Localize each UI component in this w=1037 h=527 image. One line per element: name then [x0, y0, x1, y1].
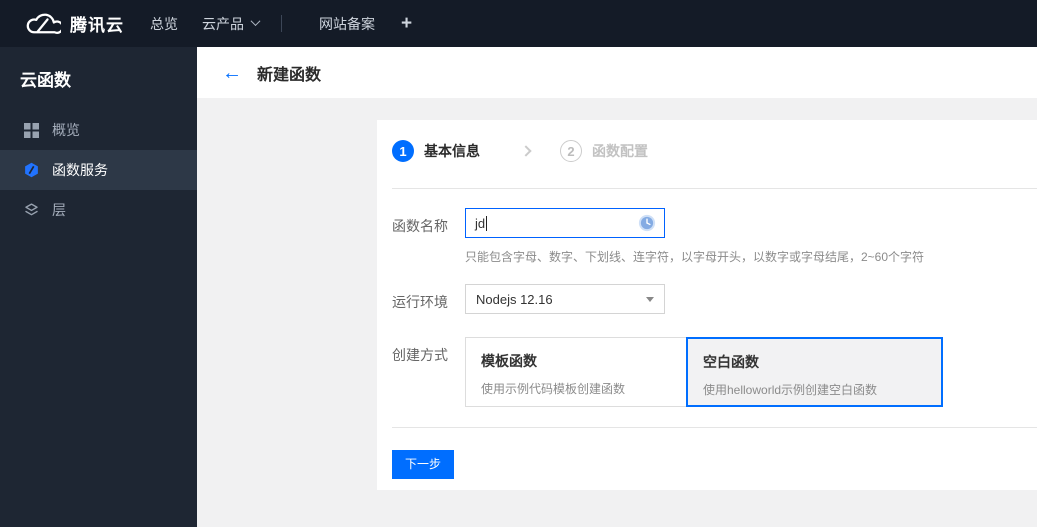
divider	[392, 427, 1037, 428]
text-cursor	[486, 215, 488, 231]
content-area: 1 基本信息 2 函数配置 函数名称 jd 只能包含字母、数字、下划线、连字符，…	[197, 98, 1037, 527]
layers-icon	[23, 202, 40, 219]
nav-divider	[281, 15, 282, 32]
step-1-label: 基本信息	[424, 143, 480, 159]
card-title: 模板函数	[481, 353, 537, 369]
create-function-panel: 1 基本信息 2 函数配置 函数名称 jd 只能包含字母、数字、下划线、连字符，…	[377, 120, 1037, 490]
card-description: 使用示例代码模板创建函数	[481, 382, 626, 396]
divider	[392, 188, 1037, 189]
nav-item-overview[interactable]: 总览	[150, 14, 178, 34]
form-row-creation-method: 创建方式 模板函数 使用示例代码模板创建函数 空白函数 使用helloworld…	[392, 337, 1037, 407]
creation-method-cards: 模板函数 使用示例代码模板创建函数 空白函数 使用helloworld示例创建空…	[465, 337, 943, 407]
sidebar-item-layers[interactable]: 层	[0, 190, 197, 230]
brand-home-link[interactable]: 腾讯云	[0, 11, 124, 37]
clock-autofill-icon[interactable]	[638, 214, 656, 232]
nav-item-website-beian[interactable]: 网站备案	[319, 14, 375, 34]
sidebar-title: 云函数	[20, 71, 71, 90]
wizard-steps: 1 基本信息 2 函数配置	[377, 120, 1037, 162]
chevron-right-icon	[520, 145, 532, 157]
function-name-hint: 只能包含字母、数字、下划线、连字符，以字母开头，以数字或字母结尾，2~60个字符	[465, 250, 925, 264]
chevron-down-icon	[250, 15, 261, 26]
function-name-label: 函数名称	[392, 218, 448, 234]
main-area: ← 新建函数 1 基本信息 2 函数配置 函数名称 jd 只能包含字母、数字、下…	[197, 47, 1037, 527]
nav-item-cloud-products[interactable]: 云产品	[202, 14, 261, 34]
sidebar-item-overview[interactable]: 概览	[0, 110, 197, 150]
top-navbar: 腾讯云 总览 云产品 网站备案 +	[0, 0, 1037, 47]
runtime-select[interactable]: Nodejs 12.16	[465, 284, 665, 314]
sidebar-item-function-service[interactable]: 函数服务	[0, 150, 197, 190]
grid-icon	[23, 122, 40, 139]
sidebar-item-label: 概览	[52, 122, 80, 138]
dropdown-arrow-icon	[646, 296, 654, 302]
card-blank-function-selected[interactable]: 空白函数 使用helloworld示例创建空白函数	[686, 337, 943, 407]
form-row-runtime: 运行环境 Nodejs 12.16	[392, 284, 1037, 314]
card-template-function[interactable]: 模板函数 使用示例代码模板创建函数	[465, 337, 686, 407]
runtime-label: 运行环境	[392, 294, 448, 310]
tencent-cloud-console: 腾讯云 总览 云产品 网站备案 + 云函数 概览 函数服务 层 ← 新建函数 1…	[0, 0, 1037, 527]
page-title: 新建函数	[257, 66, 322, 84]
add-tab-button[interactable]: +	[401, 13, 412, 35]
tencent-cloud-logo-icon	[26, 13, 61, 34]
step-1-circle: 1	[392, 140, 414, 162]
step-2-circle: 2	[560, 140, 582, 162]
function-name-value: jd	[475, 215, 486, 231]
function-name-input[interactable]: jd	[465, 208, 665, 238]
sidebar-item-label: 层	[52, 202, 66, 218]
sidebar-item-label: 函数服务	[52, 162, 108, 178]
creation-method-label: 创建方式	[392, 347, 448, 363]
card-title: 空白函数	[703, 354, 759, 370]
sidebar: 云函数 概览 函数服务 层	[0, 47, 197, 527]
runtime-selected-value: Nodejs 12.16	[476, 291, 553, 307]
card-description: 使用helloworld示例创建空白函数	[703, 383, 878, 397]
scf-hexagon-icon	[23, 162, 40, 179]
form-row-function-name: 函数名称 jd	[392, 208, 1037, 238]
brand-name: 腾讯云	[70, 16, 124, 35]
page-header: ← 新建函数	[197, 47, 1037, 98]
next-step-button[interactable]: 下一步	[392, 450, 454, 479]
back-button[interactable]: ←	[222, 63, 242, 83]
step-2-label: 函数配置	[592, 143, 648, 159]
